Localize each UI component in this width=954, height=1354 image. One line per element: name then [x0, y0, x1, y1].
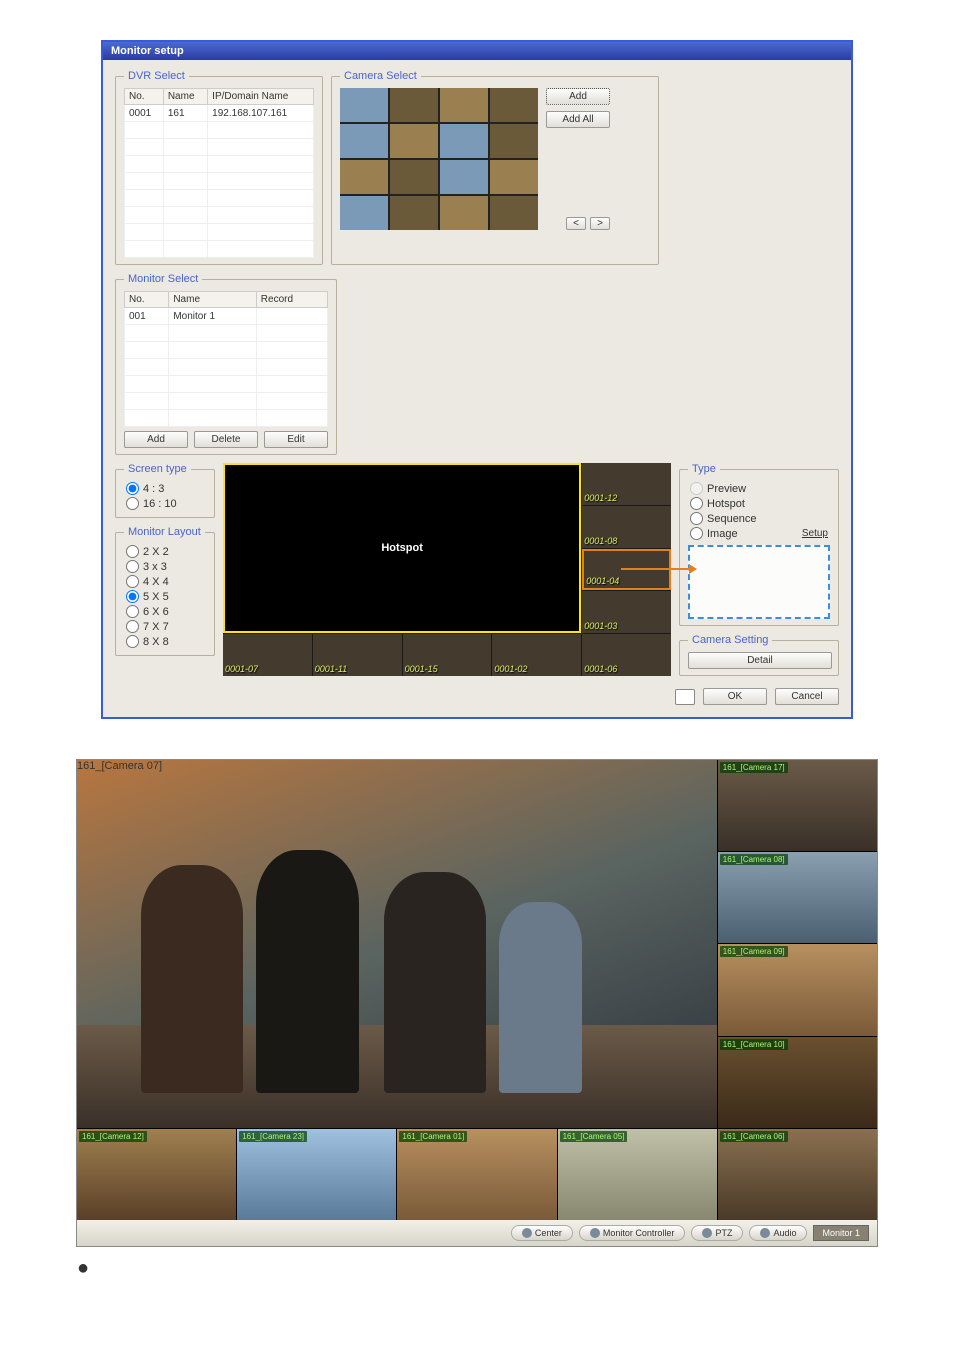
- preview-cell[interactable]: 0001-08: [582, 506, 671, 548]
- side-cell[interactable]: 161_[Camera 08]: [718, 852, 877, 943]
- layout-2x2[interactable]: 2 X 2: [124, 544, 206, 559]
- bottom-cell[interactable]: 161_[Camera 06]: [718, 1129, 877, 1220]
- preview-cell[interactable]: 0001-15: [403, 634, 492, 676]
- bottom-cell[interactable]: 161_[Camera 23]: [237, 1129, 396, 1220]
- monitor-table[interactable]: No. Name Record 001 Monitor 1: [124, 291, 328, 427]
- current-monitor-label: Monitor 1: [813, 1225, 869, 1241]
- ptz-button[interactable]: PTZ: [691, 1225, 743, 1241]
- cancel-button[interactable]: Cancel: [775, 688, 839, 705]
- preview-cell[interactable]: 0001-07: [223, 634, 312, 676]
- preview-cell[interactable]: 0001-02: [492, 634, 581, 676]
- ok-button[interactable]: OK: [703, 688, 767, 705]
- type-preview: Preview: [688, 481, 830, 496]
- monitor-add-button[interactable]: Add: [124, 431, 188, 448]
- layout-4x4[interactable]: 4 X 4: [124, 574, 206, 589]
- preview-cell[interactable]: 0001-06: [582, 634, 671, 676]
- add-button[interactable]: Add: [546, 88, 610, 105]
- screen-legend: Screen type: [124, 463, 191, 475]
- monitor-select-group: Monitor Select No. Name Record 001 Monit…: [115, 273, 337, 455]
- monitor-icon: [590, 1228, 600, 1238]
- screen-4-3[interactable]: 4 : 3: [124, 481, 206, 496]
- mon-legend: Monitor Select: [124, 273, 202, 285]
- arrow-annotation: [621, 568, 691, 570]
- screen-type-group: Screen type 4 : 3 16 : 10: [115, 463, 215, 518]
- camera-setting-group: Camera Setting Detail: [679, 634, 839, 676]
- center-button[interactable]: Center: [511, 1225, 573, 1241]
- detail-button[interactable]: Detail: [688, 652, 832, 669]
- layout-6x6[interactable]: 6 X 6: [124, 604, 206, 619]
- dvr-table[interactable]: No. Name IP/Domain Name 0001 161 192.168…: [124, 88, 314, 258]
- mon-col-record: Record: [256, 292, 327, 308]
- type-group: Type Preview Hotspot Sequence Image Setu…: [679, 463, 839, 626]
- bottom-cell[interactable]: 161_[Camera 12]: [77, 1129, 236, 1220]
- window-title: Monitor setup: [103, 42, 851, 60]
- audio-button[interactable]: Audio: [749, 1225, 807, 1241]
- screen-16-10[interactable]: 16 : 10: [124, 496, 206, 511]
- monitor-row[interactable]: 001 Monitor 1: [125, 308, 328, 325]
- audio-icon: [760, 1228, 770, 1238]
- keyboard-icon[interactable]: [675, 689, 695, 705]
- prev-page-button[interactable]: <: [566, 217, 586, 230]
- monitor-app: 161_[Camera 07] 161_[Camera 17] 161_[Cam…: [76, 759, 878, 1247]
- layout-3x3[interactable]: 3 x 3: [124, 559, 206, 574]
- layout-5x5[interactable]: 5 X 5: [124, 589, 206, 604]
- side-cell[interactable]: 161_[Camera 09]: [718, 944, 877, 1035]
- dvr-col-name: Name: [163, 89, 207, 105]
- preview-cell-selected[interactable]: 0001-04: [582, 549, 671, 591]
- image-drop-area[interactable]: [688, 545, 830, 619]
- dvr-legend: DVR Select: [124, 70, 189, 82]
- monitor-layout-group: Monitor Layout 2 X 2 3 x 3 4 X 4 5 X 5 6…: [115, 526, 215, 656]
- bottom-cell[interactable]: 161_[Camera 05]: [558, 1129, 717, 1220]
- layout-7x7[interactable]: 7 X 7: [124, 619, 206, 634]
- preview-cell[interactable]: 0001-12: [582, 463, 671, 505]
- live-grid[interactable]: 161_[Camera 07] 161_[Camera 17] 161_[Cam…: [77, 760, 877, 1220]
- mon-col-name: Name: [169, 292, 256, 308]
- layout-legend: Monitor Layout: [124, 526, 205, 538]
- layout-preview[interactable]: Hotspot 0001-12 0001-08 0001-04 0001-03 …: [223, 463, 671, 676]
- hotspot-cell[interactable]: Hotspot: [223, 463, 581, 633]
- bottom-toolbar: Center Monitor Controller PTZ Audio Moni…: [77, 1220, 877, 1246]
- dvr-row[interactable]: 0001 161 192.168.107.161: [125, 105, 314, 122]
- cam-legend: Camera Select: [340, 70, 421, 82]
- center-icon: [522, 1228, 532, 1238]
- camera-thumb-grid[interactable]: [340, 88, 538, 230]
- preview-cell[interactable]: 0001-11: [313, 634, 402, 676]
- monitor-edit-button[interactable]: Edit: [264, 431, 328, 448]
- preview-cell[interactable]: 0001-03: [582, 591, 671, 633]
- type-image[interactable]: Image Setup: [688, 526, 830, 541]
- monitor-delete-button[interactable]: Delete: [194, 431, 258, 448]
- type-legend: Type: [688, 463, 720, 475]
- bottom-cell[interactable]: 161_[Camera 01]: [397, 1129, 556, 1220]
- next-page-button[interactable]: >: [590, 217, 610, 230]
- dvr-col-no: No.: [125, 89, 164, 105]
- mon-col-no: No.: [125, 292, 169, 308]
- side-cell[interactable]: 161_[Camera 17]: [718, 760, 877, 851]
- ptz-icon: [702, 1228, 712, 1238]
- main-view[interactable]: 161_[Camera 07]: [77, 760, 717, 1128]
- type-hotspot[interactable]: Hotspot: [688, 496, 830, 511]
- camset-legend: Camera Setting: [688, 634, 772, 646]
- layout-8x8[interactable]: 8 X 8: [124, 634, 206, 649]
- dvr-select-group: DVR Select No. Name IP/Domain Name 0001 …: [115, 70, 323, 265]
- add-all-button[interactable]: Add All: [546, 111, 610, 128]
- dvr-col-ip: IP/Domain Name: [208, 89, 314, 105]
- type-sequence[interactable]: Sequence: [688, 511, 830, 526]
- camera-select-group: Camera Select Add Add All <: [331, 70, 659, 265]
- setup-link[interactable]: Setup: [802, 528, 828, 539]
- monitor-controller-button[interactable]: Monitor Controller: [579, 1225, 686, 1241]
- monitor-setup-window: Monitor setup DVR Select No. Name IP/Dom…: [101, 40, 853, 719]
- side-cell[interactable]: 161_[Camera 10]: [718, 1037, 877, 1128]
